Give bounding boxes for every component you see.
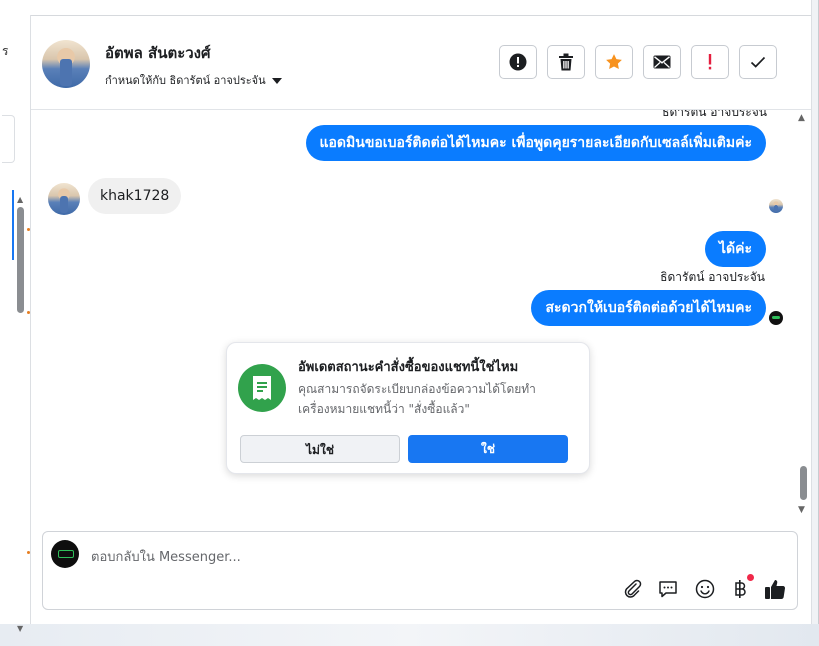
prompt-description: เครื่องหมายแชทนี้ว่า "สั่งซื้อแล้ว" (298, 402, 470, 416)
conversation-list-search-box[interactable] (2, 115, 15, 163)
baht-icon[interactable] (729, 578, 751, 600)
conversation-selected-indicator (12, 190, 14, 260)
contact-message-avatar[interactable] (48, 183, 80, 215)
list-scroll-down-arrow[interactable]: ▼ (17, 624, 23, 633)
outgoing-message[interactable]: ได้ค่ะ (704, 231, 766, 267)
order-status-prompt: อัพเดตสถานะคำสั่งซื้อของแชทนี้ใช่ไหม คุณ… (226, 342, 590, 474)
emoji-icon[interactable] (694, 578, 716, 600)
conversation-header: อัตพล สันตะวงศ์ กำหนดให้กับ ธิดารัตน์ อา… (31, 16, 811, 110)
taskbar-strip (0, 624, 819, 646)
reply-input[interactable]: ตอบกลับใน Messenger... (91, 546, 241, 567)
yes-button[interactable]: ใช่ (408, 435, 568, 463)
top-bar (0, 0, 812, 16)
receipt-icon (238, 364, 286, 412)
page-avatar (769, 311, 783, 325)
contact-avatar[interactable] (42, 40, 90, 88)
mail-icon (653, 55, 671, 69)
mark-unread-button[interactable] (643, 45, 681, 79)
exclamation-icon (708, 54, 712, 70)
chat-scroll-up-arrow[interactable]: ▲ (798, 113, 805, 123)
outgoing-message[interactable]: แอดมินขอเบอร์ติดต่อได้ไหมคะ เพื่อพูดคุยร… (305, 125, 766, 161)
page-avatar (51, 540, 79, 568)
window-right-edge (811, 0, 818, 624)
delete-button[interactable] (547, 45, 585, 79)
chat-scroll-down-arrow[interactable]: ▼ (798, 505, 805, 515)
unread-dot (27, 551, 30, 554)
sender-name: ธิดารัตน์ อาจประจัน (662, 110, 767, 119)
assign-label: กำหนดให้กับ ธิดารัตน์ อาจประจัน (105, 74, 266, 87)
prompt-description: คุณสามารถจัดระเบียบกล่องข้อความได้โดยทำ (298, 382, 536, 396)
read-receipt-avatar (769, 199, 783, 213)
star-icon (606, 54, 622, 70)
incoming-message[interactable]: khak1728 (88, 178, 182, 214)
list-scroll-up-arrow[interactable]: ▲ (17, 195, 23, 204)
no-button[interactable]: ไม่ใช่ (240, 435, 400, 463)
conversation-list-cut-text: ร (2, 44, 9, 58)
outgoing-message[interactable]: สะดวกให้เบอร์ติดต่อด้วยได้ไหมคะ (531, 290, 766, 326)
notification-dot (747, 574, 754, 581)
alert-circle-icon (509, 53, 527, 71)
mark-spam-button[interactable] (691, 45, 729, 79)
chat-bubble-icon[interactable] (657, 578, 679, 600)
report-button[interactable] (499, 45, 537, 79)
sender-name: ธิดารัตน์ อาจประจัน (660, 270, 765, 284)
caret-down-icon (271, 78, 282, 84)
reply-composer: ตอบกลับใน Messenger... (42, 531, 798, 610)
thumbs-up-icon[interactable] (764, 578, 786, 600)
assign-dropdown[interactable]: กำหนดให้กับ ธิดารัตน์ อาจประจัน (105, 71, 282, 89)
paperclip-icon[interactable] (621, 578, 643, 600)
chat-scrollbar-thumb[interactable] (800, 466, 807, 500)
unread-dot (27, 228, 30, 231)
list-scrollbar-thumb[interactable] (17, 207, 24, 313)
trash-icon (559, 53, 573, 71)
unread-dot (27, 311, 30, 314)
mark-done-button[interactable] (739, 45, 777, 79)
follow-up-button[interactable] (595, 45, 633, 79)
prompt-title: อัพเดตสถานะคำสั่งซื้อของแชทนี้ใช่ไหม (298, 360, 519, 375)
contact-name[interactable]: อัตพล สันตะวงศ์ (105, 41, 211, 65)
conversation-list-pane: ร ▲ ▼ (0, 15, 31, 633)
check-icon (750, 56, 766, 68)
